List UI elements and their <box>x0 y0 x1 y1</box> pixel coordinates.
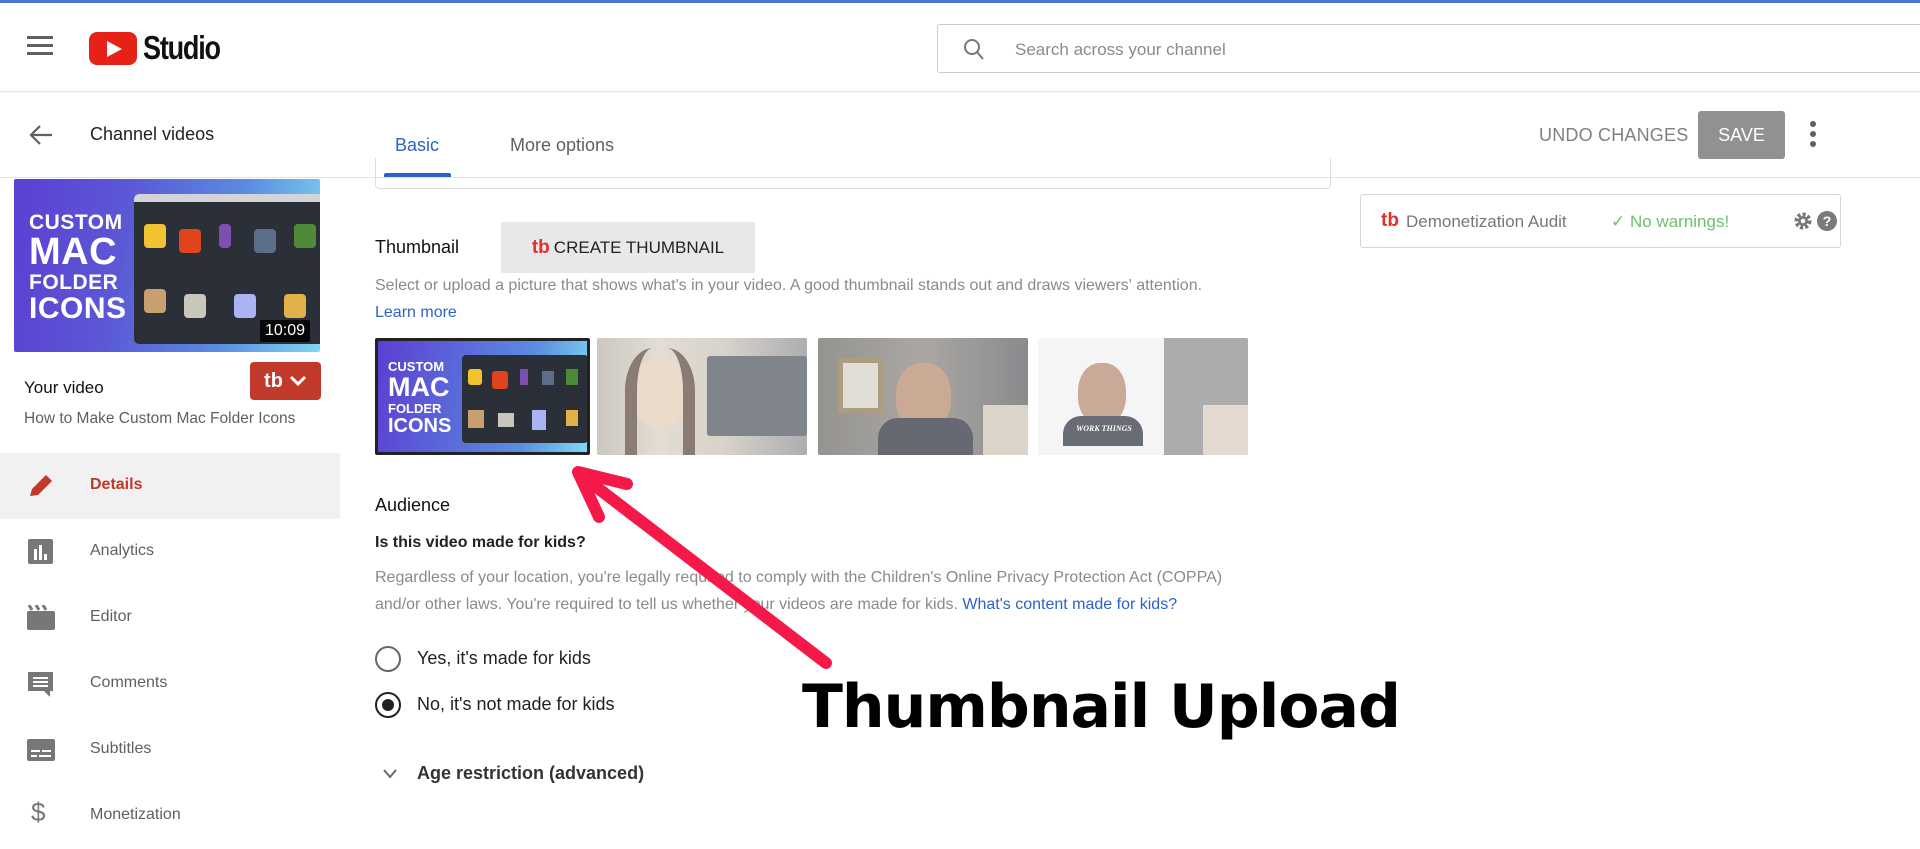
audience-label: Audience <box>375 495 451 515</box>
sidebar: CUSTOM MAC FOLDER ICONS 10:09 Your video… <box>0 178 340 827</box>
bar-chart-icon <box>28 539 53 564</box>
thumbnail-option-auto-1[interactable] <box>597 338 807 455</box>
radio-not-made-for-kids[interactable] <box>375 692 401 718</box>
subtitles-icon <box>27 739 55 761</box>
sidebar-item-label: Subtitles <box>90 740 152 757</box>
tubebuddy-logo-icon: tb <box>1381 210 1399 231</box>
sidebar-item-label: Details <box>90 476 143 493</box>
tubebuddy-logo-icon: tb <box>531 236 550 258</box>
radio-yes-label[interactable]: Yes, it's made for kids <box>417 648 591 669</box>
your-video-heading: Your video <box>24 378 104 397</box>
sidebar-item-subtitles[interactable]: Subtitles <box>0 717 340 783</box>
coppa-paragraph-line1: Regardless of your location, you're lega… <box>375 569 1223 586</box>
sidebar-item-editor[interactable]: Editor <box>0 585 340 651</box>
made-for-kids-question: Is this video made for kids? <box>375 534 586 551</box>
demonetization-audit-panel: tb Demonetization Audit ✓ No warnings! ? <box>1360 194 1841 248</box>
sidebar-item-details[interactable]: Details <box>0 453 340 519</box>
menu-icon[interactable] <box>27 36 55 58</box>
save-button[interactable]: SAVE <box>1698 111 1785 159</box>
sidebar-item-monetization[interactable]: $ Monetization <box>0 783 340 849</box>
made-for-kids-link[interactable]: What's content made for kids? <box>962 596 1177 613</box>
search-icon <box>964 39 984 60</box>
undo-changes-button[interactable]: UNDO CHANGES <box>1539 125 1688 146</box>
annotation-label: Thumbnail Upload <box>802 672 1401 742</box>
more-vert-icon[interactable] <box>1808 121 1818 149</box>
chevron-down-icon <box>289 375 306 387</box>
create-thumbnail-button[interactable]: tb CREATE THUMBNAIL <box>501 222 755 273</box>
age-restriction-toggle[interactable]: Age restriction (advanced) <box>417 763 644 784</box>
coppa-paragraph-line2: and/or other laws. You're required to te… <box>375 596 1177 614</box>
learn-more-link[interactable]: Learn more <box>375 304 457 322</box>
sidebar-item-analytics[interactable]: Analytics <box>0 519 340 585</box>
tubebuddy-logo-icon: tb <box>264 369 283 392</box>
studio-logo[interactable]: Studio <box>89 29 237 67</box>
gear-icon[interactable] <box>1793 211 1813 231</box>
tab-basic[interactable]: Basic <box>395 135 439 156</box>
thumb-text-icons: ICONS <box>29 292 127 325</box>
search-input[interactable]: Search across your channel <box>1015 40 1226 60</box>
audit-name: Demonetization Audit <box>1406 212 1567 231</box>
radio-yes-made-for-kids[interactable] <box>375 646 401 672</box>
clapperboard-icon <box>27 605 55 630</box>
radio-no-label[interactable]: No, it's not made for kids <box>417 694 615 715</box>
sidebar-item-comments[interactable]: Comments <box>0 651 340 717</box>
comment-icon <box>28 672 53 697</box>
help-icon[interactable]: ? <box>1817 211 1837 231</box>
pencil-icon <box>30 475 52 496</box>
top-header: Studio Search across your channel <box>0 3 1920 92</box>
sidebar-item-label: Monetization <box>90 806 181 823</box>
thumbnail-description: Select or upload a picture that shows wh… <box>375 277 1203 294</box>
video-duration: 10:09 <box>259 320 310 342</box>
create-thumbnail-label: CREATE THUMBNAIL <box>553 237 725 257</box>
dollar-icon: $ <box>31 797 46 827</box>
thumbnail-option-auto-2[interactable] <box>818 338 1028 455</box>
back-arrow-icon[interactable] <box>28 124 54 146</box>
thumbnail-option-auto-3[interactable]: WORK THINGS <box>1038 338 1248 455</box>
thumbnail-option-custom[interactable]: CUSTOM MAC FOLDER ICONS <box>375 338 590 455</box>
sidebar-item-label: Comments <box>90 674 168 691</box>
studio-logo-text: Studio <box>143 29 221 66</box>
thumbnail-label: Thumbnail <box>375 237 460 257</box>
audit-status: ✓ No warnings! <box>1611 212 1730 231</box>
channel-videos-link[interactable]: Channel videos <box>90 124 214 145</box>
tubebuddy-menu-button[interactable]: tb <box>250 362 321 400</box>
video-thumbnail[interactable]: CUSTOM MAC FOLDER ICONS 10:09 <box>14 179 320 352</box>
search-box[interactable]: Search across your channel <box>937 24 1920 73</box>
sidebar-item-label: Analytics <box>90 542 155 559</box>
youtube-play-icon <box>89 31 137 65</box>
video-title: How to Make Custom Mac Folder Icons <box>24 410 296 427</box>
chevron-down-icon[interactable] <box>382 768 398 780</box>
sidebar-item-label: Editor <box>90 608 132 625</box>
thumb-text-mac: MAC <box>29 231 118 273</box>
coppa-paragraph-text: and/or other laws. You're required to te… <box>375 596 958 613</box>
description-field-edge[interactable] <box>375 158 1331 189</box>
tab-more-options[interactable]: More options <box>510 135 614 156</box>
